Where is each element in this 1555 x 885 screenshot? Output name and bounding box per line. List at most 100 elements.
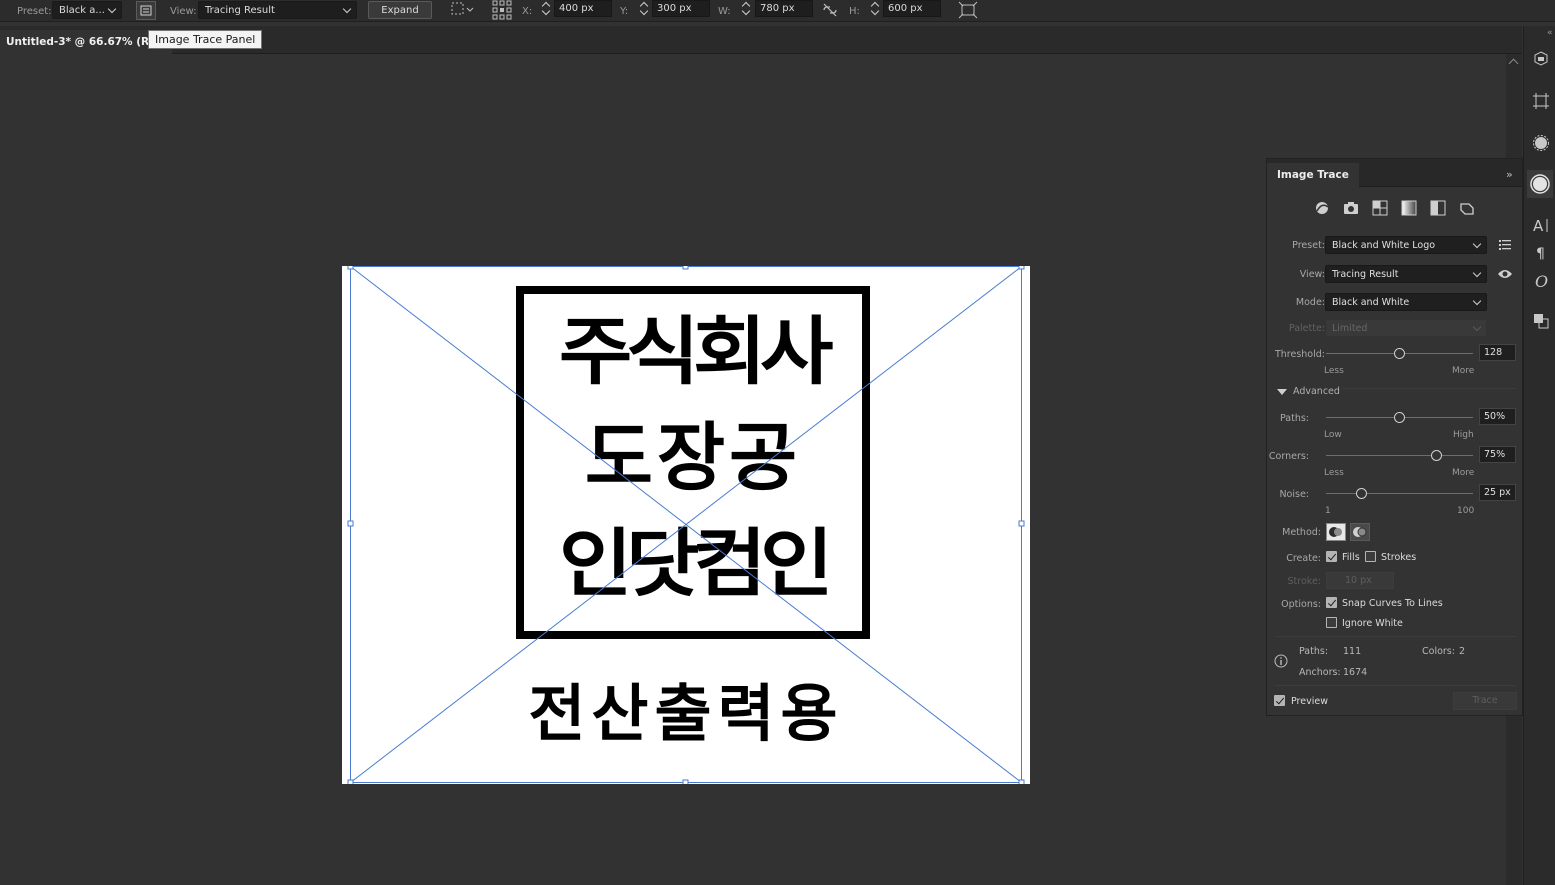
auto-color-preset-icon[interactable] xyxy=(1313,199,1331,217)
noise-field[interactable]: 25 px xyxy=(1479,484,1516,501)
mode-value: Black and White xyxy=(1332,296,1410,308)
noise-slider[interactable] xyxy=(1326,493,1473,494)
paragraph-icon[interactable]: ¶ xyxy=(1532,244,1550,262)
method-overlapping-button[interactable] xyxy=(1350,523,1370,541)
panel-tab-image-trace[interactable]: Image Trace xyxy=(1267,163,1359,187)
trace-panel-button[interactable] xyxy=(136,1,156,20)
y-field[interactable]: 300 px xyxy=(652,0,710,17)
info-anchors-value: 1674 xyxy=(1343,667,1368,678)
mode-dropdown[interactable]: Black and White xyxy=(1325,293,1487,311)
method-label: Method: xyxy=(1282,527,1321,538)
expand-button[interactable]: Expand xyxy=(368,1,432,19)
palette-value: Limited xyxy=(1332,322,1368,334)
dock-collapse-icon[interactable]: « xyxy=(1547,28,1553,38)
appearance-icon[interactable] xyxy=(1532,134,1550,152)
info-anchors-label: Anchors: xyxy=(1299,667,1341,678)
stroke-label: Stroke: xyxy=(1287,576,1321,587)
threshold-slider-thumb[interactable] xyxy=(1394,348,1405,359)
advanced-label[interactable]: Advanced xyxy=(1293,386,1340,397)
w-stepper-icon[interactable] xyxy=(741,1,751,17)
preset-label: Preset: xyxy=(17,5,52,17)
h-stepper-icon[interactable] xyxy=(870,1,880,17)
panel-dock: « A ¶ O xyxy=(1523,26,1555,885)
noise-value: 25 px xyxy=(1484,487,1511,498)
ignore-white-label: Ignore White xyxy=(1342,618,1403,629)
stroke-field: 10 px xyxy=(1326,572,1394,589)
ignore-white-checkbox[interactable] xyxy=(1326,617,1337,628)
paths-slider-thumb[interactable] xyxy=(1394,412,1405,423)
threshold-field[interactable]: 128 xyxy=(1479,344,1516,361)
trace-panel-icon xyxy=(140,5,152,16)
low-color-preset-icon[interactable] xyxy=(1371,199,1389,217)
paths-min-label: Low xyxy=(1324,430,1342,440)
resize-handle-bottom-right xyxy=(1018,779,1025,784)
chevron-down-icon xyxy=(342,4,352,13)
snap-curves-checkbox[interactable] xyxy=(1326,597,1337,608)
pathfinder-icon[interactable] xyxy=(1532,312,1550,330)
resize-handle-top-right xyxy=(1018,266,1025,270)
snap-curves-label: Snap Curves To Lines xyxy=(1342,598,1443,609)
noise-slider-thumb[interactable] xyxy=(1355,488,1367,499)
corners-slider[interactable] xyxy=(1326,455,1473,456)
align-grid-icon[interactable] xyxy=(451,2,475,20)
image-trace-dock-button[interactable] xyxy=(1527,170,1553,198)
chevron-down-icon xyxy=(1472,322,1482,331)
tooltip: Image Trace Panel xyxy=(148,30,263,49)
trace-button[interactable]: Trace xyxy=(1453,692,1517,710)
h-label: H: xyxy=(849,5,860,17)
preset-dropdown[interactable]: Black a... xyxy=(52,1,122,19)
reference-point-icon[interactable] xyxy=(492,0,514,20)
constrain-proportions-icon[interactable] xyxy=(822,3,838,17)
view-dropdown[interactable]: Tracing Result xyxy=(198,1,357,19)
preset-label: Preset: xyxy=(1292,240,1325,251)
method-abutting-button[interactable] xyxy=(1326,523,1346,541)
advanced-disclosure-icon[interactable] xyxy=(1277,388,1287,396)
chevron-down-icon xyxy=(1472,296,1482,305)
corners-label: Corners: xyxy=(1268,451,1309,462)
x-label: X: xyxy=(522,5,533,17)
h-field[interactable]: 600 px xyxy=(883,0,941,17)
corners-field[interactable]: 75% xyxy=(1479,446,1516,463)
preview-checkbox[interactable] xyxy=(1274,695,1285,706)
threshold-max-label: More xyxy=(1452,366,1475,376)
x-field[interactable]: 400 px xyxy=(554,0,612,17)
view-label: View: xyxy=(170,5,197,17)
opentype-icon[interactable]: O xyxy=(1532,272,1550,290)
trace-button-label: Trace xyxy=(1472,695,1498,706)
info-icon xyxy=(1274,654,1288,668)
noise-min-label: 1 xyxy=(1325,506,1331,516)
artboard[interactable]: 주식회사 도장공 인닷컴인 전산출력용 xyxy=(342,266,1030,784)
libraries-icon[interactable] xyxy=(1532,50,1550,68)
scroll-up-icon[interactable] xyxy=(1508,58,1519,69)
view-dropdown[interactable]: Tracing Result xyxy=(1325,265,1487,283)
fills-checkbox[interactable] xyxy=(1326,551,1337,562)
high-color-preset-icon[interactable] xyxy=(1342,199,1360,217)
grayscale-preset-icon[interactable] xyxy=(1400,199,1418,217)
preset-dropdown[interactable]: Black and White Logo xyxy=(1325,236,1487,254)
corners-slider-thumb[interactable] xyxy=(1430,450,1442,461)
paths-field[interactable]: 50% xyxy=(1479,408,1516,425)
selection-bounding-box[interactable] xyxy=(342,266,1030,784)
black-white-preset-icon[interactable] xyxy=(1429,199,1447,217)
paths-value: 50% xyxy=(1484,411,1506,422)
character-icon[interactable]: A xyxy=(1532,216,1550,234)
transform-icon[interactable] xyxy=(958,1,978,19)
panel-title: Image Trace xyxy=(1277,169,1349,181)
w-field[interactable]: 780 px xyxy=(755,0,813,17)
preset-value: Black and White Logo xyxy=(1332,239,1436,251)
stroke-value: 10 px xyxy=(1345,575,1372,586)
y-stepper-icon[interactable] xyxy=(639,1,649,17)
info-colors-value: 2 xyxy=(1459,646,1466,657)
outline-preset-icon[interactable] xyxy=(1458,199,1476,217)
manage-presets-icon[interactable] xyxy=(1498,238,1512,252)
document-tab[interactable]: Untitled-3* @ 66.67% (RGB xyxy=(0,30,172,54)
x-stepper-icon[interactable] xyxy=(541,1,551,17)
paths-max-label: High xyxy=(1453,430,1474,440)
eye-icon[interactable] xyxy=(1497,267,1513,281)
resize-handle-left xyxy=(347,520,354,527)
panel-collapse-icon[interactable]: » xyxy=(1506,168,1513,181)
strokes-checkbox[interactable] xyxy=(1365,551,1376,562)
tooltip-text: Image Trace Panel xyxy=(155,33,256,46)
y-label: Y: xyxy=(620,5,629,17)
artboards-icon[interactable] xyxy=(1532,92,1550,110)
